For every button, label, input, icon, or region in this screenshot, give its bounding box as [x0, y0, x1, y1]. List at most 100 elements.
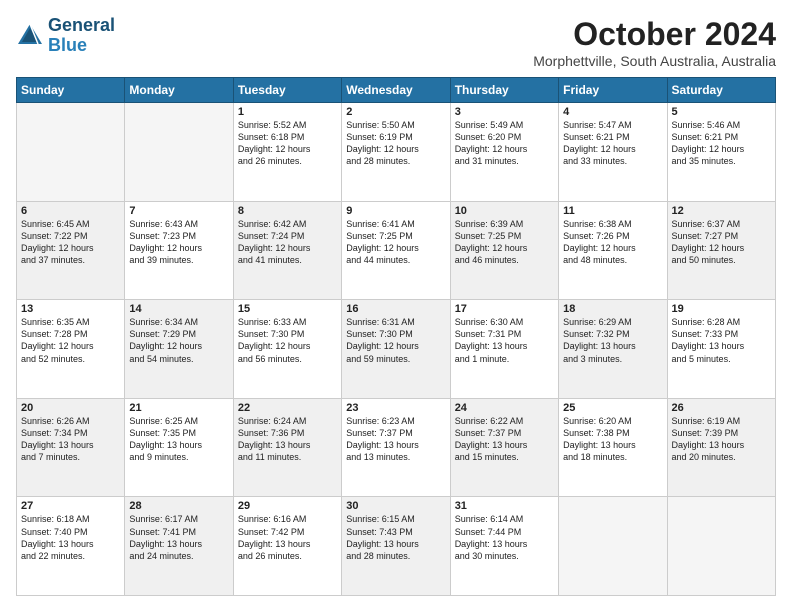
- day-info: Sunrise: 6:17 AM Sunset: 7:41 PM Dayligh…: [129, 513, 228, 562]
- calendar-cell: 1Sunrise: 5:52 AM Sunset: 6:18 PM Daylig…: [233, 103, 341, 202]
- day-number: 27: [21, 500, 120, 512]
- calendar-cell: [559, 497, 667, 596]
- calendar-cell: [125, 103, 233, 202]
- day-info: Sunrise: 6:19 AM Sunset: 7:39 PM Dayligh…: [672, 415, 771, 464]
- calendar-cell: 26Sunrise: 6:19 AM Sunset: 7:39 PM Dayli…: [667, 398, 775, 497]
- day-number: 26: [672, 402, 771, 414]
- day-info: Sunrise: 6:39 AM Sunset: 7:25 PM Dayligh…: [455, 218, 554, 267]
- day-number: 18: [563, 303, 662, 315]
- day-number: 7: [129, 205, 228, 217]
- day-info: Sunrise: 6:26 AM Sunset: 7:34 PM Dayligh…: [21, 415, 120, 464]
- day-number: 28: [129, 500, 228, 512]
- day-info: Sunrise: 5:50 AM Sunset: 6:19 PM Dayligh…: [346, 119, 445, 168]
- calendar-cell: 13Sunrise: 6:35 AM Sunset: 7:28 PM Dayli…: [17, 300, 125, 399]
- calendar-cell: 22Sunrise: 6:24 AM Sunset: 7:36 PM Dayli…: [233, 398, 341, 497]
- day-number: 23: [346, 402, 445, 414]
- day-info: Sunrise: 6:16 AM Sunset: 7:42 PM Dayligh…: [238, 513, 337, 562]
- calendar-cell: 23Sunrise: 6:23 AM Sunset: 7:37 PM Dayli…: [342, 398, 450, 497]
- day-info: Sunrise: 5:47 AM Sunset: 6:21 PM Dayligh…: [563, 119, 662, 168]
- calendar-cell: 24Sunrise: 6:22 AM Sunset: 7:37 PM Dayli…: [450, 398, 558, 497]
- day-number: 6: [21, 205, 120, 217]
- day-info: Sunrise: 6:29 AM Sunset: 7:32 PM Dayligh…: [563, 316, 662, 365]
- calendar-cell: [667, 497, 775, 596]
- day-info: Sunrise: 6:20 AM Sunset: 7:38 PM Dayligh…: [563, 415, 662, 464]
- calendar-cell: 7Sunrise: 6:43 AM Sunset: 7:23 PM Daylig…: [125, 201, 233, 300]
- calendar-cell: 10Sunrise: 6:39 AM Sunset: 7:25 PM Dayli…: [450, 201, 558, 300]
- day-number: 9: [346, 205, 445, 217]
- calendar-week-row: 6Sunrise: 6:45 AM Sunset: 7:22 PM Daylig…: [17, 201, 776, 300]
- day-info: Sunrise: 6:15 AM Sunset: 7:43 PM Dayligh…: [346, 513, 445, 562]
- day-info: Sunrise: 5:52 AM Sunset: 6:18 PM Dayligh…: [238, 119, 337, 168]
- logo-text: GeneralBlue: [48, 16, 115, 56]
- month-title: October 2024: [533, 16, 776, 53]
- day-number: 25: [563, 402, 662, 414]
- calendar-cell: 21Sunrise: 6:25 AM Sunset: 7:35 PM Dayli…: [125, 398, 233, 497]
- calendar-cell: 2Sunrise: 5:50 AM Sunset: 6:19 PM Daylig…: [342, 103, 450, 202]
- day-info: Sunrise: 6:45 AM Sunset: 7:22 PM Dayligh…: [21, 218, 120, 267]
- calendar-cell: 9Sunrise: 6:41 AM Sunset: 7:25 PM Daylig…: [342, 201, 450, 300]
- calendar-week-row: 13Sunrise: 6:35 AM Sunset: 7:28 PM Dayli…: [17, 300, 776, 399]
- calendar-day-header: Sunday: [17, 78, 125, 103]
- day-info: Sunrise: 6:33 AM Sunset: 7:30 PM Dayligh…: [238, 316, 337, 365]
- day-info: Sunrise: 6:34 AM Sunset: 7:29 PM Dayligh…: [129, 316, 228, 365]
- logo-icon: [16, 22, 44, 50]
- day-info: Sunrise: 6:41 AM Sunset: 7:25 PM Dayligh…: [346, 218, 445, 267]
- day-info: Sunrise: 6:42 AM Sunset: 7:24 PM Dayligh…: [238, 218, 337, 267]
- calendar-day-header: Monday: [125, 78, 233, 103]
- day-info: Sunrise: 6:43 AM Sunset: 7:23 PM Dayligh…: [129, 218, 228, 267]
- calendar-cell: 29Sunrise: 6:16 AM Sunset: 7:42 PM Dayli…: [233, 497, 341, 596]
- day-number: 3: [455, 106, 554, 118]
- calendar-week-row: 1Sunrise: 5:52 AM Sunset: 6:18 PM Daylig…: [17, 103, 776, 202]
- calendar-cell: 20Sunrise: 6:26 AM Sunset: 7:34 PM Dayli…: [17, 398, 125, 497]
- calendar-day-header: Thursday: [450, 78, 558, 103]
- calendar-cell: 6Sunrise: 6:45 AM Sunset: 7:22 PM Daylig…: [17, 201, 125, 300]
- day-info: Sunrise: 6:23 AM Sunset: 7:37 PM Dayligh…: [346, 415, 445, 464]
- day-number: 10: [455, 205, 554, 217]
- day-number: 15: [238, 303, 337, 315]
- calendar-cell: 4Sunrise: 5:47 AM Sunset: 6:21 PM Daylig…: [559, 103, 667, 202]
- calendar-cell: 31Sunrise: 6:14 AM Sunset: 7:44 PM Dayli…: [450, 497, 558, 596]
- day-number: 29: [238, 500, 337, 512]
- calendar-cell: 5Sunrise: 5:46 AM Sunset: 6:21 PM Daylig…: [667, 103, 775, 202]
- day-info: Sunrise: 6:18 AM Sunset: 7:40 PM Dayligh…: [21, 513, 120, 562]
- calendar-cell: 25Sunrise: 6:20 AM Sunset: 7:38 PM Dayli…: [559, 398, 667, 497]
- day-info: Sunrise: 6:35 AM Sunset: 7:28 PM Dayligh…: [21, 316, 120, 365]
- calendar-day-header: Wednesday: [342, 78, 450, 103]
- calendar-week-row: 20Sunrise: 6:26 AM Sunset: 7:34 PM Dayli…: [17, 398, 776, 497]
- title-block: October 2024 Morphettville, South Austra…: [533, 16, 776, 69]
- calendar-cell: 14Sunrise: 6:34 AM Sunset: 7:29 PM Dayli…: [125, 300, 233, 399]
- calendar-cell: 8Sunrise: 6:42 AM Sunset: 7:24 PM Daylig…: [233, 201, 341, 300]
- day-number: 12: [672, 205, 771, 217]
- calendar-cell: 19Sunrise: 6:28 AM Sunset: 7:33 PM Dayli…: [667, 300, 775, 399]
- day-info: Sunrise: 6:31 AM Sunset: 7:30 PM Dayligh…: [346, 316, 445, 365]
- day-number: 22: [238, 402, 337, 414]
- calendar: SundayMondayTuesdayWednesdayThursdayFrid…: [16, 77, 776, 596]
- calendar-cell: [17, 103, 125, 202]
- day-number: 11: [563, 205, 662, 217]
- calendar-cell: 27Sunrise: 6:18 AM Sunset: 7:40 PM Dayli…: [17, 497, 125, 596]
- day-info: Sunrise: 5:49 AM Sunset: 6:20 PM Dayligh…: [455, 119, 554, 168]
- calendar-cell: 15Sunrise: 6:33 AM Sunset: 7:30 PM Dayli…: [233, 300, 341, 399]
- day-number: 24: [455, 402, 554, 414]
- day-number: 30: [346, 500, 445, 512]
- day-number: 13: [21, 303, 120, 315]
- day-number: 31: [455, 500, 554, 512]
- day-info: Sunrise: 6:30 AM Sunset: 7:31 PM Dayligh…: [455, 316, 554, 365]
- day-number: 16: [346, 303, 445, 315]
- calendar-header-row: SundayMondayTuesdayWednesdayThursdayFrid…: [17, 78, 776, 103]
- logo: GeneralBlue: [16, 16, 115, 56]
- calendar-day-header: Friday: [559, 78, 667, 103]
- day-info: Sunrise: 6:24 AM Sunset: 7:36 PM Dayligh…: [238, 415, 337, 464]
- day-number: 19: [672, 303, 771, 315]
- day-number: 2: [346, 106, 445, 118]
- day-number: 5: [672, 106, 771, 118]
- day-number: 14: [129, 303, 228, 315]
- calendar-day-header: Saturday: [667, 78, 775, 103]
- calendar-cell: 12Sunrise: 6:37 AM Sunset: 7:27 PM Dayli…: [667, 201, 775, 300]
- day-info: Sunrise: 6:25 AM Sunset: 7:35 PM Dayligh…: [129, 415, 228, 464]
- calendar-week-row: 27Sunrise: 6:18 AM Sunset: 7:40 PM Dayli…: [17, 497, 776, 596]
- calendar-cell: 30Sunrise: 6:15 AM Sunset: 7:43 PM Dayli…: [342, 497, 450, 596]
- day-info: Sunrise: 6:28 AM Sunset: 7:33 PM Dayligh…: [672, 316, 771, 365]
- day-info: Sunrise: 6:37 AM Sunset: 7:27 PM Dayligh…: [672, 218, 771, 267]
- day-number: 4: [563, 106, 662, 118]
